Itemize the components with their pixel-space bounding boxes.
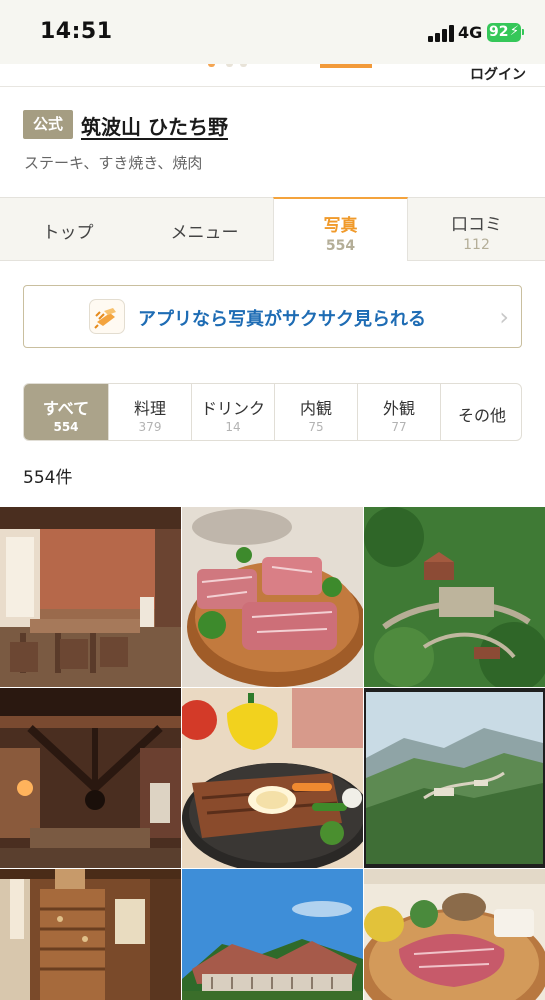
filter-label: すべて <box>42 399 90 418</box>
filter-food[interactable]: 料理 379 <box>108 384 191 440</box>
photo-category-filter: すべて 554 料理 379 ドリンク 14 内観 75 外観 77 その他 <box>23 383 522 441</box>
filter-all[interactable]: すべて 554 <box>24 384 108 440</box>
tab-top[interactable]: トップ <box>0 198 136 261</box>
tab-label: メニュー <box>170 223 239 243</box>
logo-fragment <box>320 64 372 68</box>
logo-fragment-icon <box>208 64 215 67</box>
filter-count: 75 <box>308 420 324 434</box>
charging-bolt-icon: ⚡ <box>509 24 519 39</box>
status-time: 14:51 <box>40 19 113 44</box>
site-header: ログイン <box>0 64 545 87</box>
photo-aerial-view-hillside[interactable] <box>364 507 545 687</box>
filter-interior[interactable]: 内観 75 <box>274 384 357 440</box>
app-promo-text: アプリなら写真がサクサク見られる <box>138 309 426 330</box>
photo-interior-wooden-chest[interactable] <box>0 869 181 1000</box>
chevron-right-icon: › <box>499 303 509 331</box>
filter-count: 379 <box>138 420 162 434</box>
restaurant-name[interactable]: 筑波山 ひたち野 <box>81 111 228 140</box>
filter-label: 料理 <box>133 399 166 418</box>
battery-level: 92 <box>489 24 509 40</box>
restaurant-genre: ステーキ、すき焼き、焼肉 <box>24 154 203 172</box>
filter-count: 77 <box>391 420 407 434</box>
restaurant-tabs: トップ メニュー 写真 554 口コミ 112 <box>0 197 545 261</box>
battery-tip <box>522 29 524 35</box>
login-link[interactable]: ログイン <box>470 64 526 84</box>
filter-label: 外観 <box>382 399 415 418</box>
photo-interior-hearth[interactable] <box>0 688 181 868</box>
filter-label: 内観 <box>299 399 332 418</box>
signal-icon <box>428 25 454 42</box>
tab-menu[interactable]: メニュー <box>136 198 273 261</box>
status-bar: 14:51 4G 92 ⚡ <box>0 0 545 64</box>
filter-label: その他 <box>457 406 506 425</box>
photo-grilled-steak-plate[interactable] <box>182 688 363 868</box>
photo-interior-dining-room[interactable] <box>0 507 181 687</box>
photo-exterior-building[interactable] <box>182 869 363 1000</box>
photo-total-count: 554件 <box>23 468 73 488</box>
photo-steak-with-vegetables[interactable] <box>364 869 545 1000</box>
tab-photos[interactable]: 写真 554 <box>273 197 408 261</box>
tab-label: トップ <box>42 223 94 243</box>
photo-mountain-landscape[interactable] <box>364 688 545 868</box>
filter-drink[interactable]: ドリンク 14 <box>191 384 274 440</box>
app-promo-banner[interactable]: アプリなら写真がサクサク見られる › <box>23 285 522 348</box>
filter-count: 554 <box>53 420 79 434</box>
photo-raw-wagyu-steaks[interactable] <box>182 507 363 687</box>
tab-count: 554 <box>325 238 356 254</box>
battery-icon: 92 ⚡ <box>487 23 521 42</box>
network-type: 4G <box>458 23 483 42</box>
tab-count: 112 <box>463 237 490 253</box>
official-badge: 公式 <box>23 110 73 139</box>
filter-count: 14 <box>225 420 241 434</box>
filter-exterior[interactable]: 外観 77 <box>357 384 440 440</box>
filter-label: ドリンク <box>200 399 265 418</box>
tab-label: 口コミ <box>451 215 502 235</box>
filter-other[interactable]: その他 <box>440 384 521 440</box>
app-hand-icon <box>89 299 125 334</box>
tab-label: 写真 <box>323 216 358 236</box>
logo-fragment-icon <box>240 64 247 67</box>
tab-reviews[interactable]: 口コミ 112 <box>408 198 545 261</box>
logo-fragment-icon <box>226 64 233 67</box>
